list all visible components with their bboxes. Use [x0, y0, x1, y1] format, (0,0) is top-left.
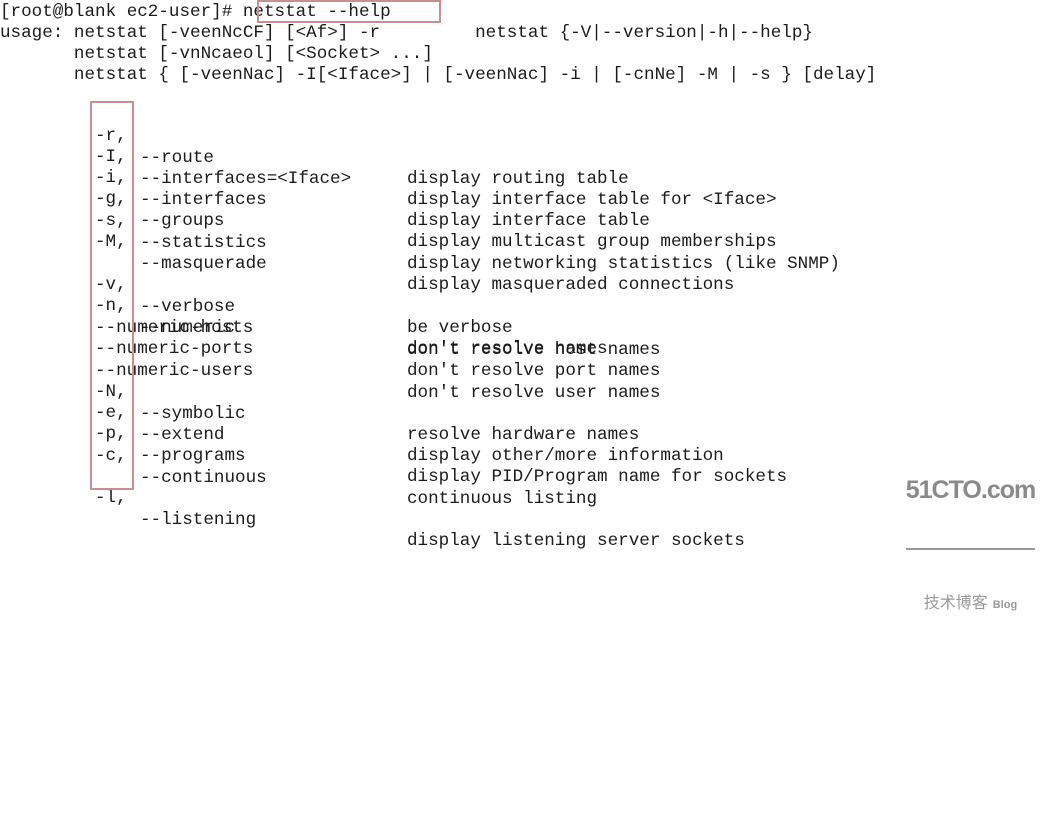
option-description: display interface table for <Iface> — [407, 190, 777, 211]
option-short-flag[interactable]: -l, — [95, 488, 127, 509]
usage-line-3: netstat { [-veenNac] -I[<Iface>] | [-vee… — [0, 65, 877, 85]
option-long-flag[interactable]: --listening — [140, 510, 256, 531]
option-short-flag[interactable]: -c, — [95, 446, 127, 467]
option-long-flag[interactable]: --interfaces — [140, 190, 267, 211]
option-long-flag[interactable]: --groups — [140, 211, 224, 232]
option-long-flag[interactable]: --statistics — [140, 233, 267, 254]
option-short-flag[interactable]: -N, — [95, 382, 127, 403]
option-row: -M, --masquerade display masqueraded con… — [0, 211, 734, 295]
option-description: be verbose — [407, 318, 513, 339]
option-long-flag[interactable]: --numeric-hosts — [95, 318, 253, 339]
option-description: don't resolve user names — [407, 382, 661, 403]
option-description: resolve hardware names — [407, 425, 640, 446]
option-short-flag[interactable]: -s, — [95, 211, 127, 232]
option-row: -p, --programs display PID/Program name … — [0, 403, 787, 487]
option-long-flag[interactable]: --symbolic — [140, 404, 246, 425]
option-row: -r, --route display routing table — [0, 105, 629, 189]
option-long-flag[interactable]: --numeric-ports — [95, 339, 253, 360]
option-row: --numeric-hosts don't resolve host names — [0, 297, 660, 359]
option-description: don't resolve host names — [407, 339, 661, 360]
usage-line-1: usage: netstat [-veenNcCF] [<Af>] -r net… — [0, 23, 813, 43]
shell-prompt: [root@blank ec2-user]# — [0, 2, 243, 22]
option-short-flag[interactable]: -r, — [95, 126, 127, 147]
option-long-flag[interactable]: --extend — [140, 425, 224, 446]
option-description: don't resolve port names — [407, 360, 661, 381]
watermark-blog-label: Blog — [992, 599, 1018, 612]
option-short-flag[interactable]: -v, — [95, 275, 127, 296]
option-long-flag[interactable]: --continuous — [140, 468, 267, 489]
option-description: display multicast group memberships — [407, 232, 777, 253]
option-short-flag[interactable]: -g, — [95, 189, 127, 210]
option-row: -i, --interfaces display interface table — [0, 147, 650, 231]
option-long-flag[interactable]: --verbose — [140, 297, 235, 318]
option-description: display routing table — [407, 169, 629, 190]
option-description: display other/more information — [407, 446, 724, 467]
option-description: display interface table — [407, 211, 650, 232]
option-short-flag[interactable]: -e, — [95, 403, 127, 424]
option-short-flag[interactable]: -p, — [95, 424, 127, 445]
option-short-flag[interactable]: -i, — [95, 168, 127, 189]
option-description: display listening server sockets — [407, 531, 745, 552]
typed-command[interactable]: netstat --help — [243, 2, 391, 22]
option-long-flag[interactable]: --numeric-users — [95, 361, 253, 382]
option-long-flag[interactable]: --programs — [140, 446, 246, 467]
option-row: --numeric-users don't resolve user names — [0, 340, 660, 402]
watermark-subtitle-row: 技术博客 Blog — [904, 594, 1037, 615]
option-row: -v, --verbose be verbose — [0, 254, 513, 338]
option-short-flag[interactable]: -I, — [95, 147, 127, 168]
option-row: -n, --numeric don't resolve names — [0, 275, 608, 359]
option-row: --numeric-ports don't resolve port names — [0, 318, 660, 380]
usage-line-2: netstat [-vnNcaeol] [<Socket> ...] — [0, 44, 433, 64]
option-description: display masqueraded connections — [407, 275, 735, 296]
option-row: -s, --statistics display networking stat… — [0, 190, 840, 274]
option-description: display PID/Program name for sockets — [407, 467, 788, 488]
watermark-divider — [906, 547, 1035, 550]
option-row: -I, --interfaces=<Iface> display interfa… — [0, 126, 777, 210]
watermark: 51CTO.com 技术博客 Blog — [904, 434, 1037, 612]
option-short-flag[interactable]: -n, — [95, 296, 127, 317]
option-long-flag[interactable]: --interfaces=<Iface> — [140, 169, 351, 190]
option-row: -l, --listening display listening server… — [0, 467, 745, 551]
option-long-flag[interactable]: --masquerade — [140, 254, 267, 275]
prompt-line: [root@blank ec2-user]# netstat --help — [0, 2, 391, 23]
option-description: display networking statistics (like SNMP… — [407, 254, 840, 275]
option-row: -e, --extend display other/more informat… — [0, 382, 724, 466]
option-short-flag[interactable]: -M, — [95, 232, 127, 253]
option-row: -N, --symbolic resolve hardware names — [0, 361, 639, 445]
option-row: -c, --continuous continuous listing — [0, 425, 597, 509]
terminal-output: [root@blank ec2-user]# netstat --help us… — [0, 0, 1045, 612]
watermark-subtitle: 技术博客 — [923, 595, 988, 613]
option-long-flag[interactable]: --route — [140, 148, 214, 169]
option-row: -g, --groups display multicast group mem… — [0, 168, 777, 252]
